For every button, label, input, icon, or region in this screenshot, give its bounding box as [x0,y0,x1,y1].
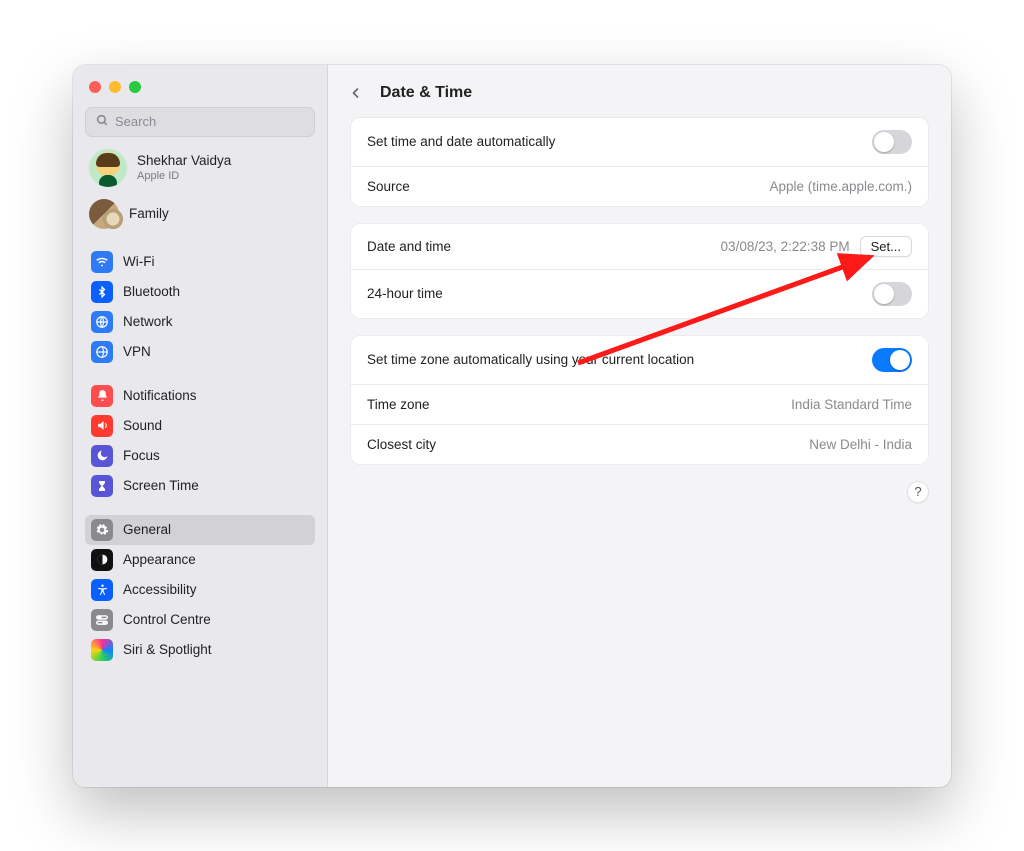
set-date-time-button[interactable]: Set... [860,236,912,257]
wifi-icon [91,251,113,273]
user-name: Shekhar Vaidya [137,153,231,169]
sidebar-item-label: VPN [123,344,151,359]
row-label: Source [367,179,410,194]
sidebar-item-label: General [123,522,171,537]
sidebar: Shekhar Vaidya Apple ID Family Wi-Fi Blu… [73,65,328,787]
accessibility-icon [91,579,113,601]
sidebar-item-label: Sound [123,418,162,433]
avatar [89,149,127,187]
globe-icon [91,311,113,333]
control-centre-icon [91,609,113,631]
siri-icon [91,639,113,661]
sidebar-item-sound[interactable]: Sound [85,411,315,441]
sidebar-item-label: Notifications [123,388,197,403]
hourglass-icon [91,475,113,497]
row-label: Set time zone automatically using your c… [367,352,694,367]
sidebar-item-focus[interactable]: Focus [85,441,315,471]
sidebar-item-label: Family [129,206,169,221]
group-date-time: Date and time 03/08/23, 2:22:38 PM Set..… [350,223,929,319]
family-avatar-icon [89,199,119,229]
zoom-window-button[interactable] [129,81,141,93]
row-source: Source Apple (time.apple.com.) [351,166,928,206]
sidebar-item-label: Appearance [123,552,196,567]
search-icon [96,114,109,130]
apple-id-item[interactable]: Shekhar Vaidya Apple ID [85,137,315,195]
appearance-icon [91,549,113,571]
sidebar-item-wifi[interactable]: Wi-Fi [85,247,315,277]
row-auto-tz: Set time zone automatically using your c… [351,336,928,384]
sidebar-item-screen-time[interactable]: Screen Time [85,471,315,501]
help-button[interactable]: ? [907,481,929,503]
sidebar-item-label: Wi-Fi [123,254,154,269]
sidebar-item-label: Focus [123,448,160,463]
row-value: New Delhi - India [809,437,912,452]
toggle-auto-timezone[interactable] [872,348,912,372]
sidebar-item-label: Siri & Spotlight [123,642,212,657]
sidebar-item-family[interactable]: Family [85,195,315,233]
sidebar-item-control-centre[interactable]: Control Centre [85,605,315,635]
row-label: Closest city [367,437,436,452]
window-controls [85,77,315,107]
sidebar-item-label: Accessibility [123,582,197,597]
row-label: 24-hour time [367,286,443,301]
sidebar-item-label: Network [123,314,173,329]
page-title: Date & Time [380,84,472,102]
sidebar-item-label: Bluetooth [123,284,180,299]
row-label: Date and time [367,239,451,254]
minimize-window-button[interactable] [109,81,121,93]
sidebar-item-network[interactable]: Network [85,307,315,337]
sidebar-item-label: Screen Time [123,478,199,493]
sidebar-item-vpn[interactable]: VPN [85,337,315,367]
row-label: Time zone [367,397,430,412]
bluetooth-icon [91,281,113,303]
close-window-button[interactable] [89,81,101,93]
sidebar-item-notifications[interactable]: Notifications [85,381,315,411]
row-value: Apple (time.apple.com.) [769,179,912,194]
gear-icon [91,519,113,541]
search-input[interactable] [115,114,304,129]
user-sublabel: Apple ID [137,170,231,182]
sidebar-item-bluetooth[interactable]: Bluetooth [85,277,315,307]
toggle-auto-time[interactable] [872,130,912,154]
row-date-time: Date and time 03/08/23, 2:22:38 PM Set..… [351,224,928,269]
sidebar-item-siri-spotlight[interactable]: Siri & Spotlight [85,635,315,665]
row-set-auto: Set time and date automatically [351,118,928,166]
group-timezone: Set time zone automatically using your c… [350,335,929,465]
row-value: India Standard Time [791,397,912,412]
sidebar-item-general[interactable]: General [85,515,315,545]
bell-icon [91,385,113,407]
row-closest-city: Closest city New Delhi - India [351,424,928,464]
search-field[interactable] [85,107,315,137]
speaker-icon [91,415,113,437]
sidebar-item-appearance[interactable]: Appearance [85,545,315,575]
content-header: Date & Time [350,81,929,117]
sidebar-item-accessibility[interactable]: Accessibility [85,575,315,605]
back-button[interactable] [350,83,370,103]
sidebar-item-label: Control Centre [123,612,211,627]
row-label: Set time and date automatically [367,134,555,149]
content-pane: Date & Time Set time and date automatica… [328,65,951,787]
moon-icon [91,445,113,467]
settings-window: Shekhar Vaidya Apple ID Family Wi-Fi Blu… [73,65,951,787]
row-value: 03/08/23, 2:22:38 PM [721,239,850,254]
group-auto-time: Set time and date automatically Source A… [350,117,929,207]
toggle-24-hour[interactable] [872,282,912,306]
vpn-icon [91,341,113,363]
row-timezone: Time zone India Standard Time [351,384,928,424]
row-24-hour: 24-hour time [351,269,928,318]
